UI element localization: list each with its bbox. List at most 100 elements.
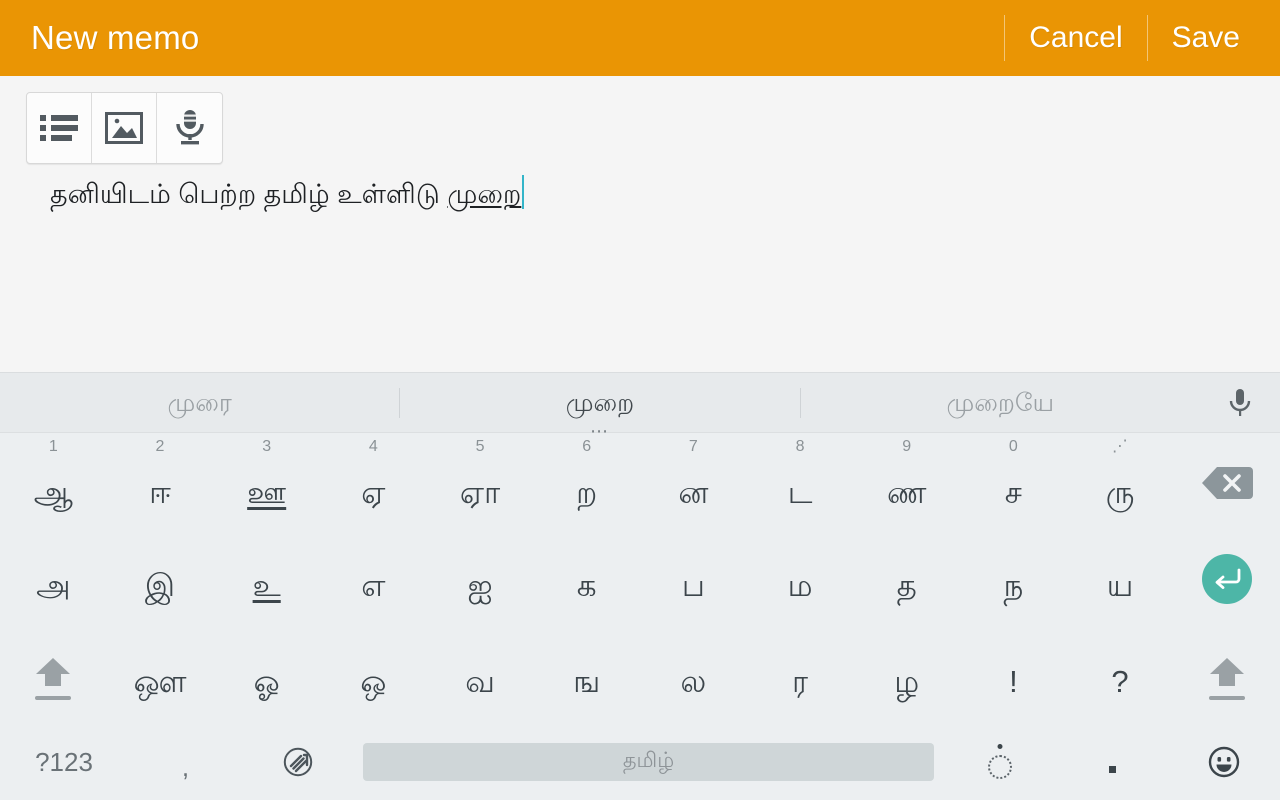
key-nna[interactable]: 7 ன (640, 435, 747, 531)
key-ca[interactable]: 0 ச (960, 435, 1067, 531)
key-na[interactable]: ந (960, 531, 1067, 627)
key-question[interactable]: ? (1067, 627, 1174, 723)
key-label: ட (787, 475, 813, 510)
period-key[interactable] (1056, 723, 1168, 800)
emoji-icon (1208, 746, 1240, 778)
key-ma[interactable]: ம (747, 531, 854, 627)
emoji-key[interactable] (1168, 723, 1280, 800)
cancel-button[interactable]: Cancel (1007, 14, 1144, 62)
key-hint: 1 (48, 438, 58, 455)
key-aa[interactable]: 1 ஆ (0, 435, 107, 531)
key-la[interactable]: ல (640, 627, 747, 723)
key-label: ஐ (467, 568, 493, 603)
key-ta[interactable]: த (853, 531, 960, 627)
language-switch-key[interactable] (243, 723, 353, 800)
key-label: ஔ (133, 664, 187, 699)
memo-toolbar (26, 92, 223, 164)
key-rra[interactable]: 6 ற (533, 435, 640, 531)
key-tta[interactable]: 8 ட (747, 435, 854, 531)
header-actions: Cancel Save (1002, 14, 1280, 62)
keyboard-row-bottom: ?123 , தமிழ் (0, 723, 1280, 800)
key-hint: 7 (688, 438, 698, 455)
spacebar-key[interactable]: தமிழ் (363, 743, 934, 781)
page-title: New memo (31, 19, 200, 56)
key-label: ப (681, 568, 705, 603)
key-hint: 5 (475, 438, 485, 455)
key-i[interactable]: இ (107, 531, 214, 627)
key-label: அ (36, 568, 71, 603)
key-label: ச (1004, 475, 1022, 510)
symbols-key[interactable]: ?123 (0, 723, 128, 800)
key-label: ஈ (149, 475, 171, 510)
shift-key-left[interactable] (0, 627, 107, 723)
key-hint: 6 (582, 438, 592, 455)
key-label: இ (144, 568, 176, 603)
key-ai-vowel[interactable]: ஐ (427, 531, 534, 627)
key-u[interactable]: உ (213, 531, 320, 627)
backspace-key[interactable] (1173, 435, 1280, 531)
keyboard-row-1: 1 ஆ 2 ஈ 3 ஊ 4 ஏ 5 ஏா 6 ற 7 ன 8 ட 9 ண 0 ச… (0, 435, 1280, 531)
key-o[interactable]: ஒ (320, 627, 427, 723)
key-a[interactable]: அ (0, 531, 107, 627)
save-button[interactable]: Save (1150, 14, 1262, 62)
microphone-icon (1229, 388, 1251, 418)
key-exclamation[interactable]: ! (960, 627, 1067, 723)
pulli-key[interactable] (944, 723, 1056, 800)
key-ya[interactable]: ய (1067, 531, 1174, 627)
key-label: ஏ (361, 475, 386, 510)
key-pa[interactable]: ப (640, 531, 747, 627)
suggestion-item-2[interactable]: முறை ⋯ (400, 386, 799, 440)
key-hint: 4 (368, 438, 378, 455)
key-ii[interactable]: 2 ஈ (107, 435, 214, 531)
key-hint: 0 (1008, 438, 1018, 455)
key-ra[interactable]: ர (747, 627, 854, 723)
key-label: ஊ (247, 475, 287, 510)
key-label: எ (361, 568, 386, 603)
key-e[interactable]: எ (320, 531, 427, 627)
shift-underline (1208, 696, 1245, 700)
enter-icon (1201, 554, 1252, 604)
key-label: க (576, 568, 597, 603)
key-label: ம (787, 568, 813, 603)
virtual-keyboard: முரை முறை ⋯ முறையே 1 ஆ 2 ஈ 3 ஊ 4 ஏ 5 ஏா … (0, 372, 1280, 800)
key-hint: 2 (155, 438, 165, 455)
key-zha[interactable]: ழ (853, 627, 960, 723)
insert-image-button[interactable] (92, 93, 157, 163)
key-uu[interactable]: 3 ஊ (213, 435, 320, 531)
memo-committed-text: தனியிடம் பெற்ற தமிழ் உள்ளிடு (50, 179, 448, 209)
voice-record-button[interactable] (157, 93, 222, 163)
shift-key-right[interactable] (1173, 627, 1280, 723)
key-ai[interactable]: 5 ஏா (427, 435, 534, 531)
key-label: ஒ (360, 664, 387, 699)
suggestion-list: முரை முறை ⋯ முறையே (0, 386, 1200, 440)
checklist-button[interactable] (27, 93, 92, 163)
key-nnna[interactable]: 9 ண (853, 435, 960, 531)
key-hint: 9 (902, 438, 912, 455)
key-label: வ (465, 664, 495, 699)
microphone-icon (173, 109, 207, 147)
key-va[interactable]: வ (427, 627, 534, 723)
period-icon (1108, 765, 1116, 773)
key-oo[interactable]: ஓ (213, 627, 320, 723)
key-rows: 1 ஆ 2 ஈ 3 ஊ 4 ஏ 5 ஏா 6 ற 7 ன 8 ட 9 ண 0 ச… (0, 433, 1280, 800)
key-label: ந (1003, 568, 1024, 603)
comma-key[interactable]: , (128, 723, 243, 800)
key-ee[interactable]: 4 ஏ (320, 435, 427, 531)
key-label: ! (1009, 664, 1018, 699)
checklist-icon (40, 113, 78, 143)
key-nga[interactable]: ங (533, 627, 640, 723)
key-ru[interactable]: ⋰ ரு (1067, 435, 1174, 531)
voice-input-button[interactable] (1200, 388, 1280, 418)
key-label: ல (680, 664, 707, 699)
memo-text-area[interactable]: தனியிடம் பெற்ற தமிழ் உள்ளிடு முறை (0, 168, 1280, 372)
key-au[interactable]: ஔ (107, 627, 214, 723)
key-ka[interactable]: க (533, 531, 640, 627)
key-hint: ⋰ (1112, 438, 1129, 455)
backspace-icon (1201, 465, 1253, 501)
suggestion-item-3[interactable]: முறையே (801, 386, 1200, 420)
enter-key[interactable] (1173, 531, 1280, 627)
keyboard-row-3: ஔ ஓ ஒ வ ங ல ர ழ ! ? (0, 627, 1280, 723)
key-label: ஏா (459, 475, 501, 510)
suggestion-item-1[interactable]: முரை (0, 386, 399, 420)
shift-icon (1208, 656, 1246, 700)
